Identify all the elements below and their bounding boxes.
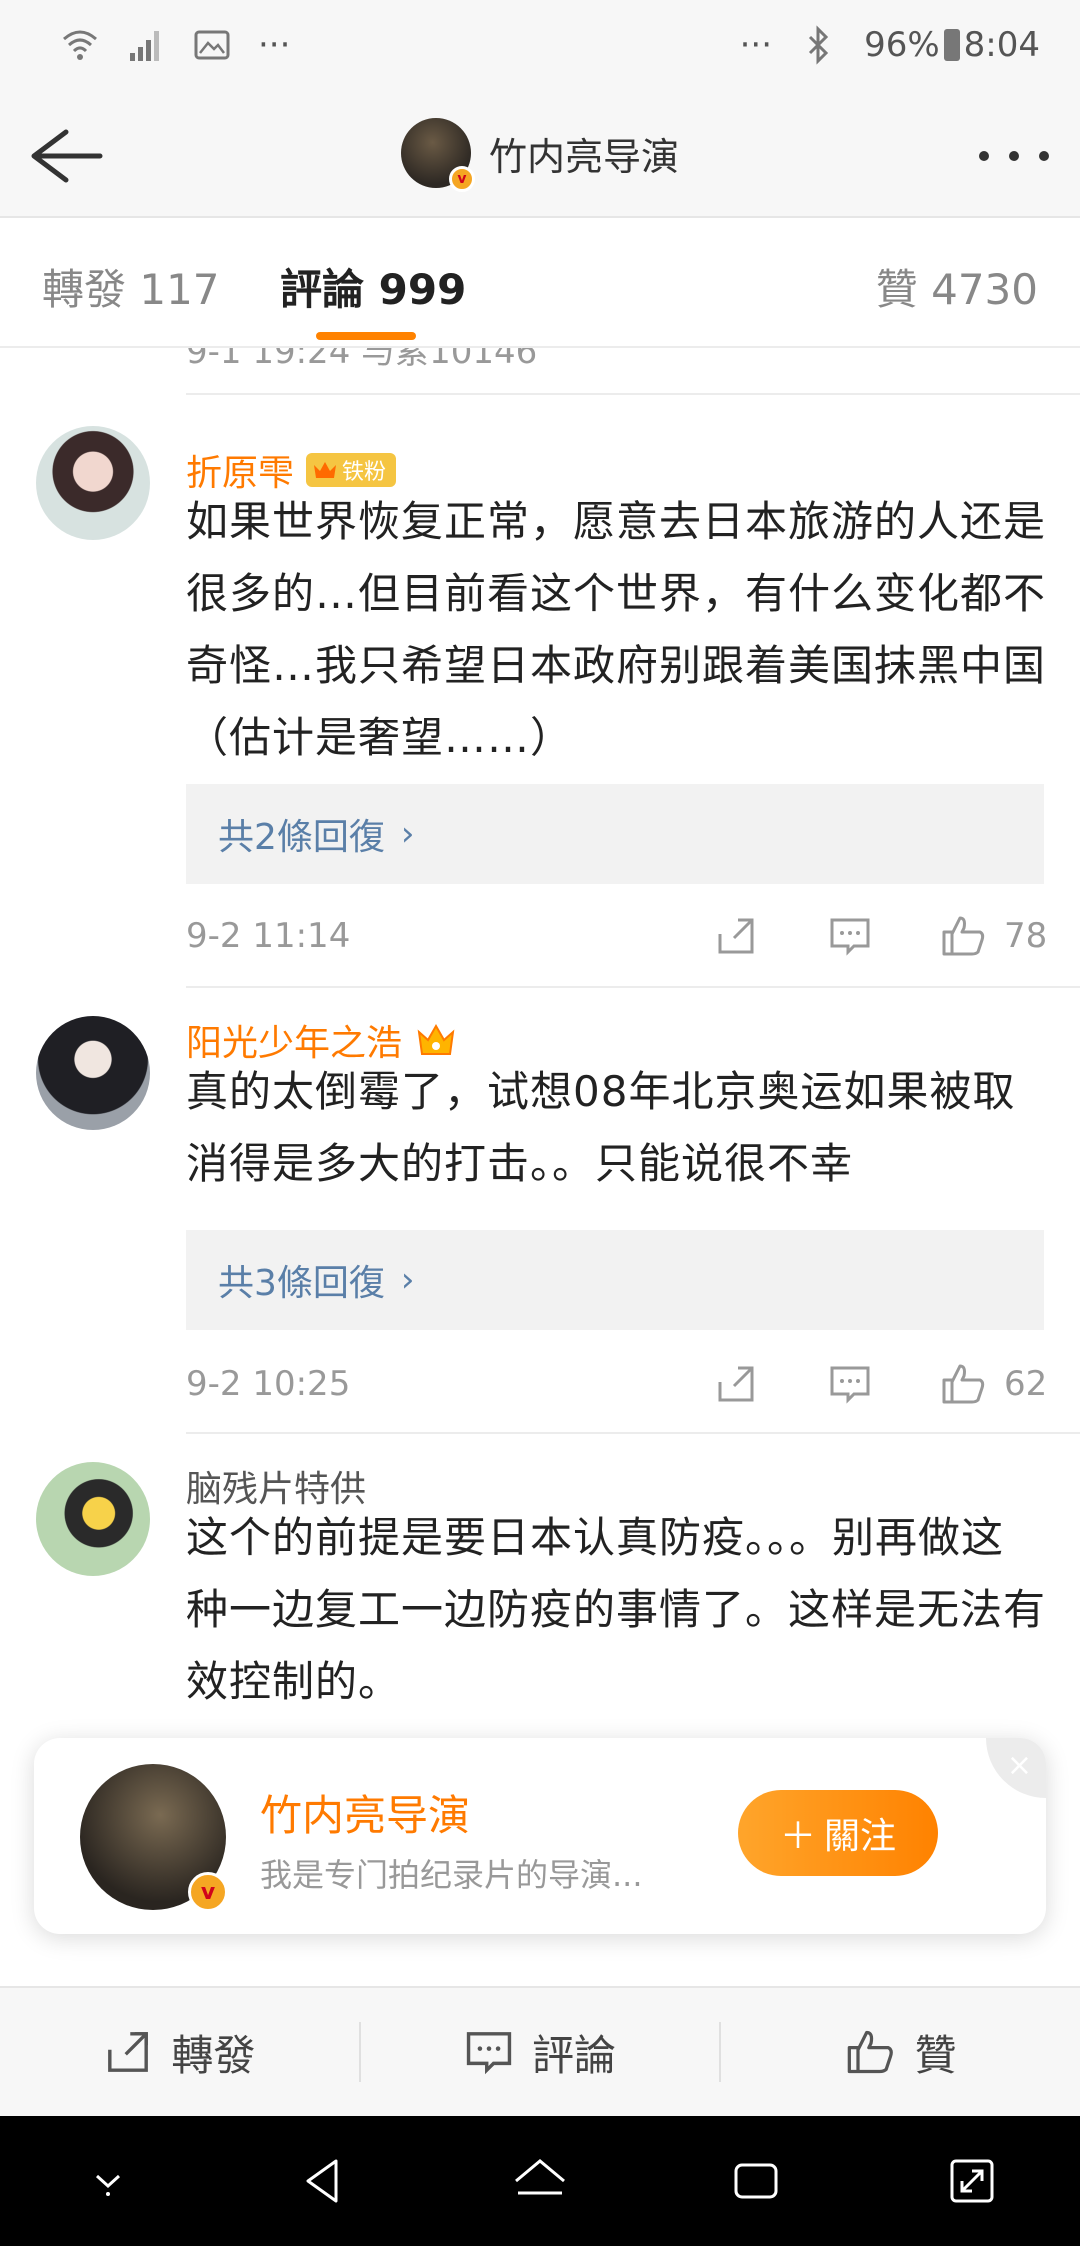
- nav-recents-button[interactable]: [716, 2141, 796, 2221]
- tab-like[interactable]: 贊 4730: [876, 256, 1038, 317]
- crown-icon: [414, 1020, 458, 1060]
- tab-bar: 轉發 117 評論 999 贊 4730: [0, 220, 1080, 348]
- verified-badge: v: [188, 1872, 228, 1912]
- follow-card: v 竹内亮导演 我是专门拍纪录片的导演... ＋ 關注 ×: [34, 1738, 1046, 1934]
- close-icon: ×: [1006, 1748, 1032, 1783]
- like-icon: [847, 2030, 893, 2074]
- status-more-right: ···: [739, 25, 773, 65]
- like-icon[interactable]: [938, 910, 990, 962]
- repost-button[interactable]: 轉發: [0, 2022, 359, 2083]
- nav-back-button[interactable]: [284, 2141, 364, 2221]
- prev-comment-footer-text: 9-1 19:24 与累10146: [186, 348, 538, 372]
- avatar[interactable]: [36, 1016, 150, 1130]
- repost-icon: [108, 2032, 149, 2072]
- tab-comment[interactable]: 評論 999: [280, 256, 466, 317]
- follow-avatar[interactable]: v: [80, 1764, 228, 1912]
- like-button[interactable]: 贊: [721, 2022, 1080, 2083]
- follow-button-label: 關注: [824, 1816, 897, 1857]
- comment-icon[interactable]: [824, 910, 876, 962]
- page-title: 竹内亮导演: [488, 134, 679, 179]
- back-arrow-icon: [31, 129, 103, 183]
- prev-comment-footer: 9-1 19:24 与累10146: [0, 348, 1080, 394]
- divider: [186, 393, 1080, 395]
- more-dots-icon: [979, 151, 1049, 161]
- avatar[interactable]: [36, 1462, 150, 1576]
- reply-link[interactable]: 共3條回復 ›: [186, 1230, 1044, 1330]
- follow-description: 我是专门拍纪录片的导演...: [260, 1856, 643, 1894]
- comment-button[interactable]: 評論: [361, 2022, 720, 2083]
- battery-group: 96% 8:04: [864, 25, 1040, 65]
- header-avatar[interactable]: v: [400, 118, 475, 192]
- reply-link[interactable]: 共2條回復 ›: [186, 784, 1044, 884]
- recents-icon: [734, 2163, 778, 2199]
- comment-text: 如果世界恢复正常，愿意去日本旅游的人还是很多的…但目前看这个世界，有什么变化都不…: [186, 497, 1047, 762]
- status-bar: ··· ··· 96% 8:04: [0, 0, 1080, 90]
- like-label: 贊: [914, 2030, 957, 2080]
- share-icon[interactable]: [710, 910, 762, 962]
- comment-text: 真的太倒霉了，试想08年北京奥运如果被取消得是多大的打击。。只能说很不幸: [186, 1067, 1016, 1188]
- share-icon[interactable]: [710, 1358, 762, 1410]
- like-icon[interactable]: [938, 1358, 990, 1410]
- wifi-icon: [60, 25, 100, 65]
- back-triangle-icon: [306, 2159, 338, 2203]
- fan-badge: 铁粉: [306, 453, 397, 487]
- tab-active-indicator: [316, 332, 416, 340]
- home-icon: [515, 2159, 565, 2195]
- close-button[interactable]: ×: [986, 1738, 1046, 1798]
- more-button[interactable]: [974, 116, 1054, 196]
- repost-label: 轉發: [171, 2030, 256, 2080]
- reply-count: 共2條回復: [218, 817, 385, 858]
- nav-home-button[interactable]: [500, 2141, 580, 2221]
- like-count: 62: [1004, 1364, 1048, 1404]
- comment-meta: 9-2 10:25 62: [186, 1354, 1048, 1414]
- expand-icon: [950, 2159, 994, 2203]
- clock: 8:04: [963, 25, 1040, 65]
- status-more-left: ···: [258, 25, 291, 65]
- plus-icon: ＋: [779, 1816, 816, 1857]
- status-left: ···: [60, 25, 290, 65]
- signal-icon: [126, 25, 166, 65]
- nav-expand-button[interactable]: [932, 2141, 1012, 2221]
- like-count: 78: [1004, 916, 1048, 956]
- chevron-down-icon: [95, 2174, 121, 2196]
- system-nav-bar: [0, 2116, 1080, 2246]
- follow-name[interactable]: 竹内亮导演: [260, 1782, 470, 1843]
- header: v 竹内亮导演: [0, 90, 1080, 218]
- battery-percent: 96%: [864, 25, 940, 65]
- divider: [186, 986, 1080, 988]
- comment-icon: [466, 2032, 512, 2075]
- chevron-right-icon: ›: [400, 1260, 415, 1300]
- avatar[interactable]: [36, 426, 150, 540]
- gallery-icon: [192, 25, 232, 65]
- verified-badge: v: [448, 166, 475, 192]
- comment-time: 9-2 11:14: [186, 916, 351, 956]
- status-right: ··· 96% 8:04: [740, 25, 1040, 65]
- comment-text: 这个的前提是要日本认真防疫。。。别再做这种一边复工一边防疫的事情了。这样是无法有…: [186, 1513, 1047, 1706]
- follow-button[interactable]: ＋ 關注: [738, 1790, 938, 1876]
- fan-badge-label: 铁粉: [342, 460, 387, 485]
- bottom-action-bar: 轉發 評論 贊: [0, 1986, 1080, 2116]
- crown-icon: [314, 462, 337, 478]
- back-button[interactable]: [26, 116, 106, 196]
- header-profile[interactable]: v 竹内亮导演: [400, 118, 679, 192]
- comment-label: 評論: [532, 2030, 617, 2080]
- comment-icon[interactable]: [824, 1358, 876, 1410]
- comment-meta: 9-2 11:14 78: [186, 906, 1048, 966]
- divider: [186, 1432, 1080, 1434]
- comment-time: 9-2 10:25: [186, 1364, 351, 1404]
- nav-hide-button[interactable]: [68, 2141, 148, 2221]
- bluetooth-icon: [798, 25, 838, 65]
- tab-repost[interactable]: 轉發 117: [42, 256, 220, 317]
- reply-count: 共3條回復: [218, 1263, 385, 1304]
- chevron-right-icon: ›: [400, 814, 415, 854]
- battery-icon: [943, 29, 960, 61]
